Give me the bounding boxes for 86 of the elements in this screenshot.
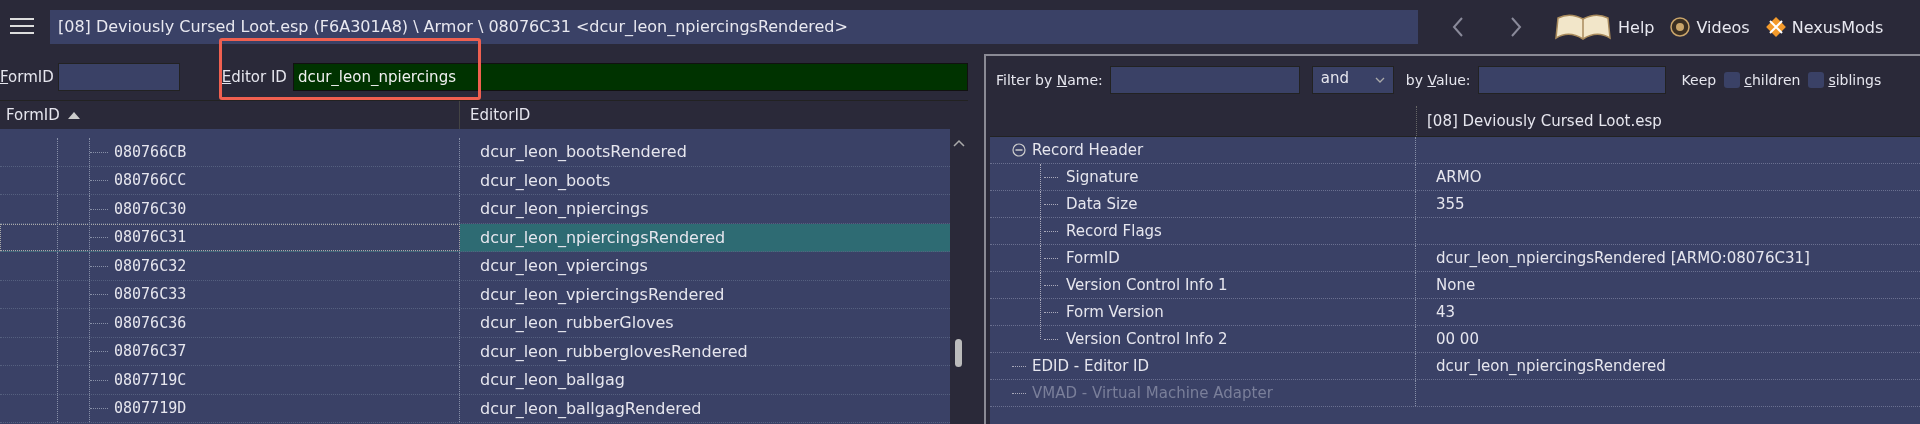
tree-row[interactable]: Version Control Info 2 00 00: [990, 326, 1920, 353]
table-row[interactable]: 080766CC dcur_leon_boots: [0, 166, 950, 195]
tree-label: Form Version: [1066, 303, 1164, 321]
tree-label: Data Size: [1066, 195, 1138, 213]
table-cell: 0807719C: [114, 370, 187, 389]
field-label: Filter by Name:: [996, 72, 1103, 88]
table-cell: dcur_leon_boots: [480, 170, 611, 190]
value-cell: ARMO: [1436, 168, 1482, 186]
operator-dropdown[interactable]: and: [1311, 66, 1394, 94]
table-row[interactable]: 08076C31 dcur_leon_npiercingsRendered: [0, 223, 950, 252]
input-field[interactable]: dcur_leon_npiercings: [292, 63, 968, 91]
tree-row[interactable]: Signature ARMO: [990, 164, 1920, 191]
field-label: Keep: [1681, 72, 1717, 88]
field-label: Editor ID: [221, 68, 287, 86]
value-cell: None: [1436, 276, 1476, 294]
table-cell: dcur_leon_npiercingsRendered: [480, 227, 726, 247]
checkbox[interactable]: [1724, 72, 1741, 88]
chevron-down-icon: [1374, 77, 1385, 83]
value-cell: dcur_leon_npiercingsRendered: [1436, 357, 1666, 375]
toplink[interactable]: NexusMods: [1765, 17, 1884, 37]
scrollbar-thumb[interactable]: [955, 339, 962, 367]
tree-row[interactable]: Record Flags: [990, 218, 1920, 245]
table-row[interactable]: 08076C32 dcur_leon_vpiercings: [0, 252, 950, 281]
tree-label: Record Header: [1032, 141, 1144, 159]
table-row[interactable]: 08076C36 dcur_leon_rubberGloves: [0, 309, 950, 338]
table-cell: dcur_leon_ballgagRendered: [480, 398, 702, 418]
tree-label: Record Flags: [1066, 222, 1162, 240]
table-cell: 08076C33: [114, 285, 187, 304]
table-cell: 08076C32: [114, 256, 187, 275]
table-cell: 0807719D: [114, 399, 187, 418]
table-row[interactable]: 08076C37 dcur_leon_rubberglovesRendered: [0, 337, 950, 366]
tree-label: Version Control Info 2: [1066, 330, 1228, 348]
menu-icon: [10, 17, 34, 35]
input-field[interactable]: [1477, 66, 1666, 94]
scroll-up-icon: [953, 139, 965, 147]
table-row[interactable]: 08076C33 dcur_leon_vpiercingsRendered: [0, 280, 950, 309]
table-cell: 08076C31: [114, 228, 187, 247]
column-header[interactable]: [08] Deviously Cursed Loot.esp: [1417, 106, 1920, 136]
value-cell: dcur_leon_npiercingsRendered [ARMO:08076C31]: [1436, 249, 1810, 267]
table-row[interactable]: 08076C30 dcur_leon_npiercings: [0, 195, 950, 224]
coin-icon: [1670, 17, 1691, 37]
table-cell: 08076C36: [114, 313, 187, 332]
table-cell: dcur_leon_npiercings: [480, 199, 649, 219]
book-icon: [1554, 12, 1612, 42]
value-cell: 43: [1436, 303, 1456, 321]
path-field: [08] Deviously Cursed Loot.esp (F6A301A8) \ Armor \ 08076C31 <dcur_leon_npiercingsRendered>: [50, 10, 1418, 44]
tree-label: FormID: [1066, 249, 1120, 267]
tree-row[interactable]: Record Header: [990, 137, 1920, 164]
tree-label: VMAD - Virtual Machine Adapter: [1032, 384, 1273, 402]
table-cell: dcur_leon_vpiercings: [480, 256, 648, 276]
value-cell: 00 00: [1436, 330, 1479, 348]
table-row[interactable]: 0807719D dcur_leon_ballgagRendered: [0, 394, 950, 423]
back-icon: [1450, 16, 1466, 38]
toplink[interactable]: Videos: [1670, 17, 1750, 37]
table-row[interactable]: 0807719C dcur_leon_ballgag: [0, 366, 950, 395]
table-cell: 080766CC: [114, 171, 187, 190]
checkbox[interactable]: [1808, 72, 1825, 88]
table-cell: 08076C37: [114, 342, 187, 361]
toplink[interactable]: Help: [1554, 12, 1655, 42]
table-cell: dcur_leon_vpiercingsRendered: [480, 284, 725, 304]
tree-row[interactable]: FormID dcur_leon_npiercingsRendered [ARMO:08076C31]: [990, 245, 1920, 272]
tree-row[interactable]: Form Version 43: [990, 299, 1920, 326]
tree-row[interactable]: Version Control Info 1 None: [990, 272, 1920, 299]
tree-label: EDID - Editor ID: [1032, 357, 1150, 375]
table-cell: dcur_leon_ballgag: [480, 370, 625, 390]
input-field[interactable]: [1109, 66, 1300, 94]
table-cell: dcur_leon_rubberglovesRendered: [480, 341, 748, 361]
input-field[interactable]: [57, 63, 180, 91]
tree-label: Signature: [1066, 168, 1139, 186]
column-header[interactable]: EditorID: [460, 101, 968, 129]
checkbox-label[interactable]: children: [1744, 72, 1801, 88]
tree-label: Version Control Info 1: [1066, 276, 1228, 294]
table-cell: 08076C30: [114, 199, 187, 218]
table-cell: dcur_leon_rubberGloves: [480, 313, 674, 333]
value-cell: 355: [1436, 195, 1465, 213]
tree-row[interactable]: Data Size 355: [990, 191, 1920, 218]
menu-button[interactable]: [10, 17, 36, 37]
field-label: FormID: [0, 68, 54, 86]
nexus-icon: [1765, 17, 1786, 37]
tree-row[interactable]: EDID - Editor ID dcur_leon_npiercingsRendered: [990, 353, 1920, 380]
checkbox-label[interactable]: siblings: [1828, 72, 1882, 88]
forward-icon: [1508, 16, 1524, 38]
table-cell: dcur_leon_bootsRendered: [480, 142, 687, 162]
table-cell: 080766CB: [114, 142, 187, 161]
field-label: by Value:: [1405, 72, 1471, 88]
table-row[interactable]: 080766CB dcur_leon_bootsRendered: [0, 138, 950, 167]
